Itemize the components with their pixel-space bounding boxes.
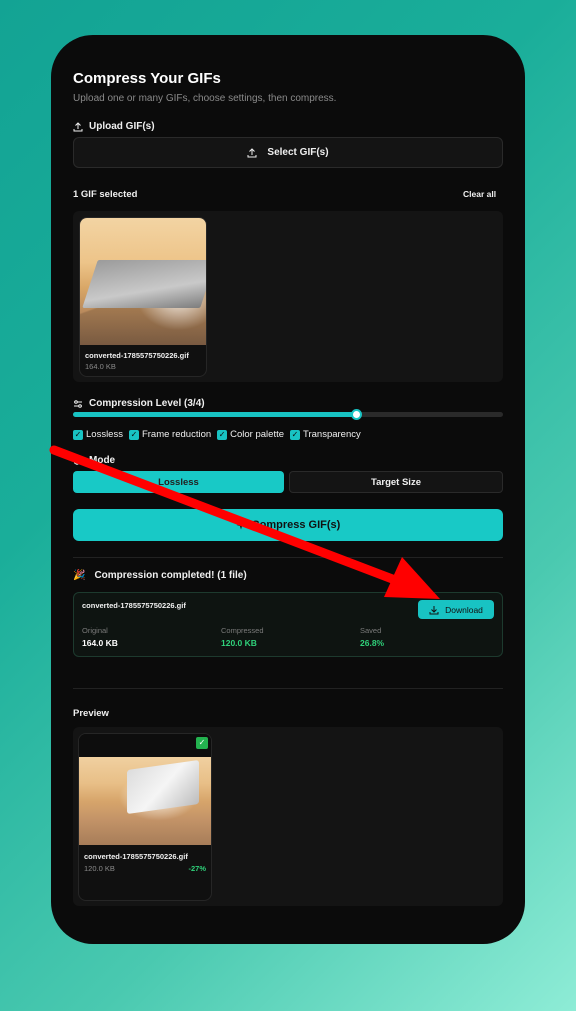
checkbox-check-icon: ✓ <box>73 429 83 440</box>
gif-thumbnail <box>80 218 206 345</box>
download-button[interactable]: Download <box>418 600 494 619</box>
divider <box>73 688 503 689</box>
option-frame-reduction[interactable]: ✓ Frame reduction <box>128 429 212 440</box>
select-gifs-button[interactable]: Select GIF(s) <box>73 137 503 168</box>
option-lossless[interactable]: ✓ Lossless <box>73 429 123 440</box>
file-size: 164.0 KB <box>85 362 116 371</box>
checkbox-check-icon: ✓ <box>217 429 228 440</box>
result-file-name: converted-1785575750226.gif <box>82 601 186 610</box>
mode-icon <box>74 456 82 465</box>
preview-delta: -27% <box>188 864 206 873</box>
upload-label: Upload GIF(s) <box>73 121 155 132</box>
completion-status: 🎉 Compression completed! (1 file) <box>73 570 247 581</box>
checkbox-check-icon: ✓ <box>290 429 301 440</box>
compression-options: ✓ Lossless ✓ Frame reduction ✓ Color palett… <box>73 429 361 440</box>
completion-text: Compression completed! (1 file) <box>94 570 247 581</box>
check-icon: ✓ <box>196 737 208 749</box>
upload-icon <box>247 147 257 157</box>
compress-button-label: Compress GIF(s) <box>251 519 341 531</box>
stat-key: Saved <box>360 626 382 635</box>
party-popper-icon: 🎉 <box>73 570 86 581</box>
stat-value: 26.8% <box>360 638 385 648</box>
file-card[interactable]: converted-1785575750226.gif 164.0 KB <box>79 217 207 377</box>
page-title: Compress Your GIFs <box>73 70 221 87</box>
thumbnail-laptop-shape <box>127 759 199 815</box>
option-label: Lossless <box>86 429 123 440</box>
thumbnail-laptop-shape <box>82 260 206 308</box>
compression-slider-fill <box>73 412 357 417</box>
stat-original: Original 164.0 KB <box>82 626 118 648</box>
sliders-icon <box>74 399 82 408</box>
mode-target-size-button[interactable]: Target Size <box>289 471 503 493</box>
download-label: Download <box>445 604 483 615</box>
selected-count: 1 GIF selected <box>73 189 138 200</box>
compression-level-label: Compression Level (3/4) <box>73 398 205 409</box>
stat-value: 120.0 KB <box>221 638 257 648</box>
stat-saved: Saved 26.8% <box>360 626 384 648</box>
preview-thumbnail <box>79 757 211 845</box>
mode-label: Mode <box>73 455 115 466</box>
compression-level-text: Compression Level (3/4) <box>89 398 205 409</box>
clear-all-button[interactable]: Clear all <box>463 189 496 199</box>
stat-compressed: Compressed 120.0 KB <box>221 626 264 648</box>
option-transparency[interactable]: ✓ Transparency <box>290 429 361 440</box>
stat-key: Original <box>82 626 108 635</box>
mode-lossless-button[interactable]: Lossless <box>73 471 284 493</box>
stat-value: 164.0 KB <box>82 638 118 648</box>
preview-file-name: converted-1785575750226.gif <box>84 852 188 861</box>
stat-key: Compressed <box>221 626 264 635</box>
option-label: Frame reduction <box>141 429 212 440</box>
preview-size: 120.0 KB <box>84 864 115 873</box>
upload-label-text: Upload GIF(s) <box>89 121 155 132</box>
sparkle-icon <box>236 520 246 530</box>
app-panel: Compress Your GIFs Upload one or many GI… <box>51 35 525 944</box>
upload-icon <box>73 121 83 131</box>
download-icon <box>429 605 439 614</box>
select-gifs-label: Select GIF(s) <box>267 147 329 158</box>
page-subtitle: Upload one or many GIFs, choose settings… <box>73 93 337 104</box>
file-name: converted-1785575750226.gif <box>85 351 189 360</box>
compress-button[interactable]: Compress GIF(s) <box>73 509 503 541</box>
divider <box>73 557 503 558</box>
checkbox-check-icon: ✓ <box>128 429 139 440</box>
mode-label-text: Mode <box>89 455 116 466</box>
option-label: Transparency <box>303 429 361 440</box>
preview-card-header: ✓ <box>79 734 211 757</box>
preview-label: Preview <box>73 708 109 719</box>
option-color-palette[interactable]: ✓ Color palette <box>217 429 284 440</box>
option-label: Color palette <box>230 429 285 440</box>
compression-slider-thumb[interactable] <box>350 409 362 420</box>
preview-card[interactable]: ✓ converted-1785575750226.gif 120.0 KB -… <box>78 733 212 901</box>
